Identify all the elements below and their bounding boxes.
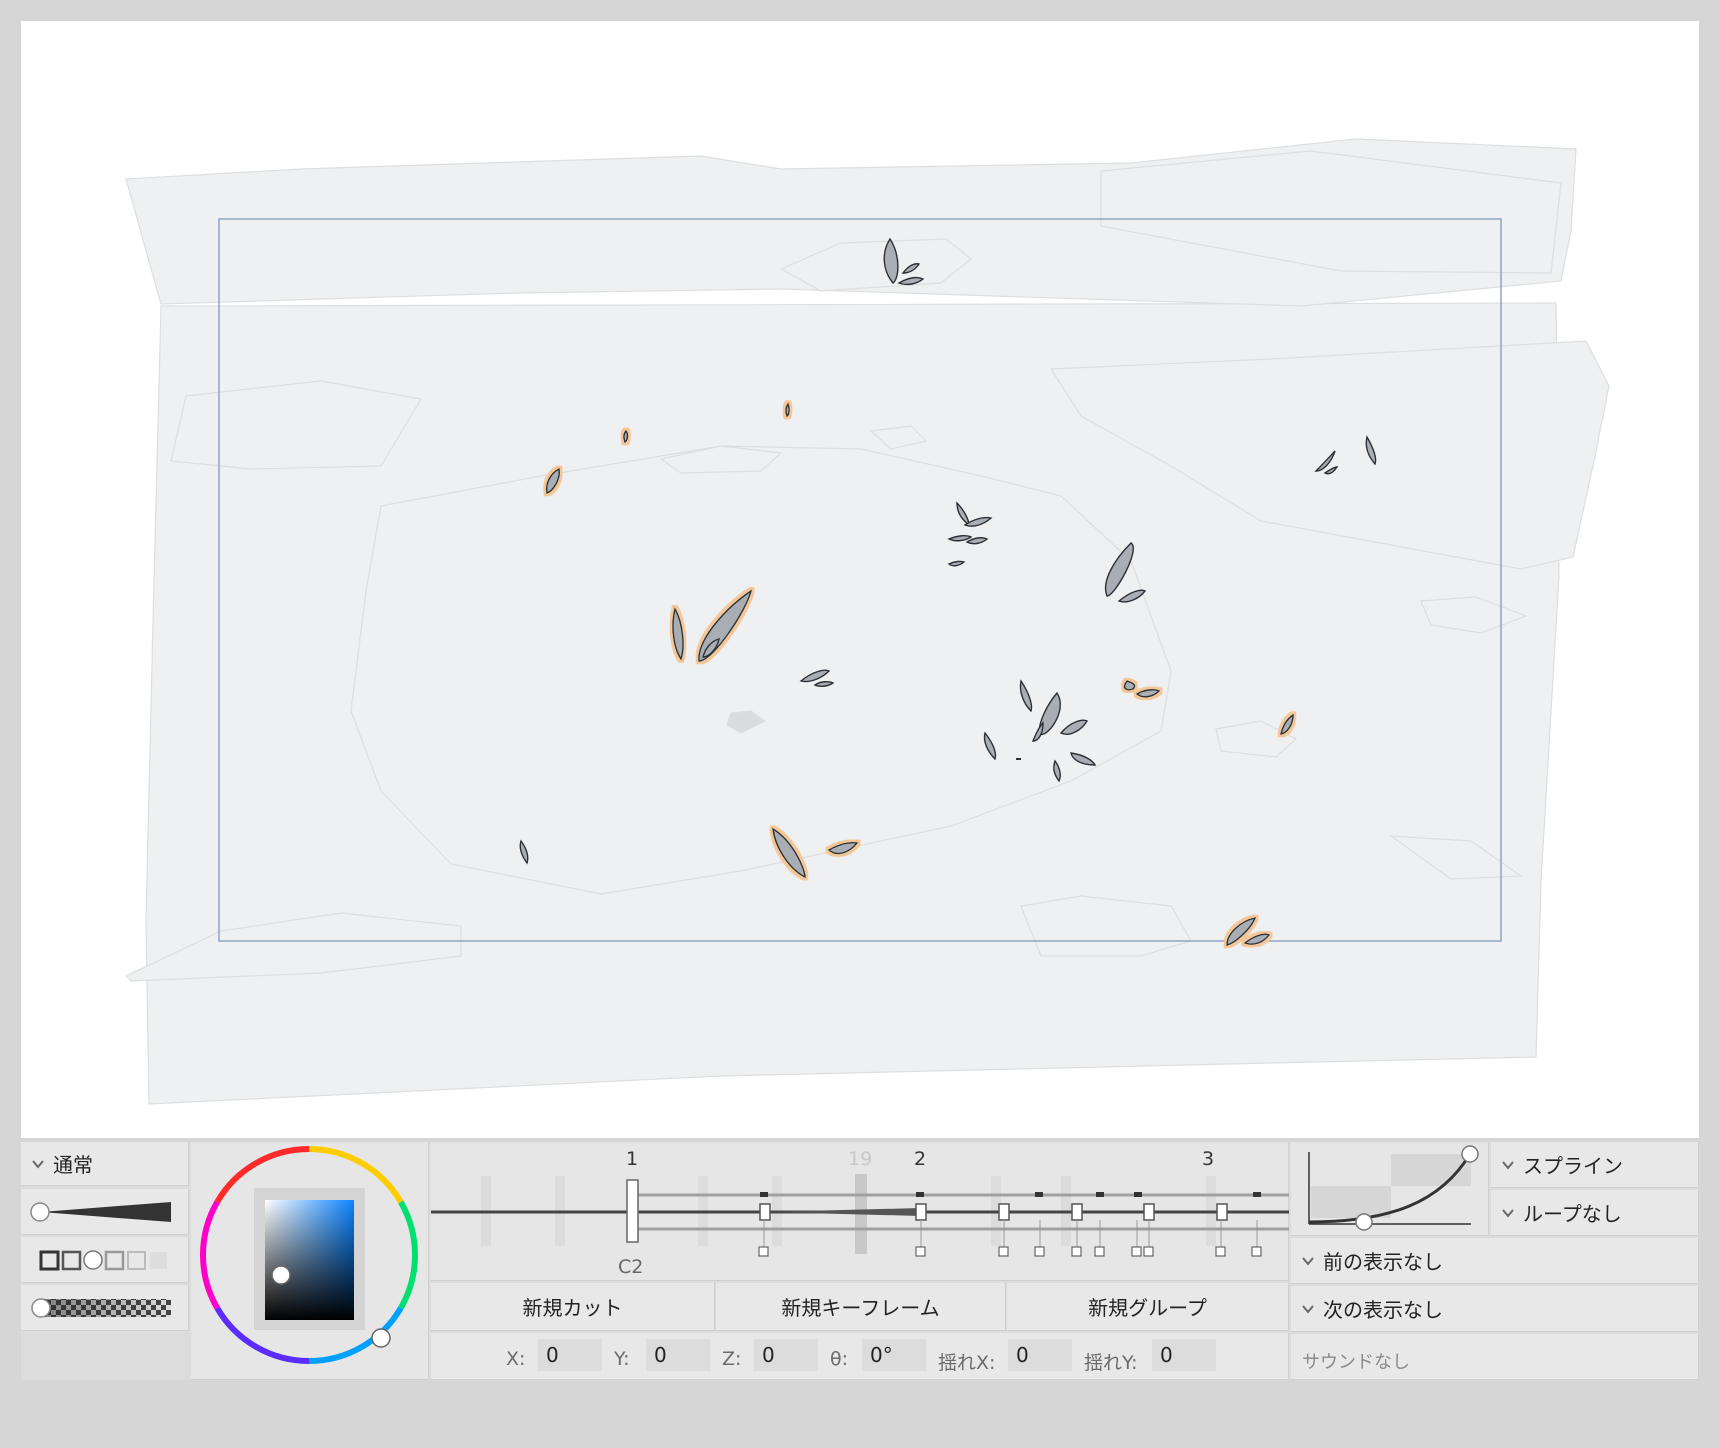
keyframe-label-3: 3 bbox=[1202, 1148, 1215, 1170]
shake-x-label: 揺れX: bbox=[938, 1352, 996, 1374]
new-cut-button[interactable]: 新規カット bbox=[431, 1283, 715, 1331]
y-label: Y: bbox=[614, 1348, 630, 1370]
interpolation-dropdown[interactable]: スプライン bbox=[1491, 1142, 1699, 1188]
blend-mode-label: 通常 bbox=[53, 1153, 93, 1177]
z-label: Z: bbox=[722, 1348, 742, 1370]
interpolation-label: スプライン bbox=[1523, 1154, 1623, 1178]
easing-curve-graphic bbox=[1308, 1145, 1479, 1231]
theta-label: θ: bbox=[830, 1348, 849, 1370]
loop-dropdown[interactable]: ループなし bbox=[1491, 1190, 1699, 1236]
chevron-down-icon bbox=[1502, 1208, 1514, 1218]
shake-x-field[interactable]: 0 bbox=[1008, 1339, 1072, 1371]
onion-next-dropdown[interactable]: 次の表示なし bbox=[1291, 1286, 1699, 1332]
keyframe-label-2: 2 bbox=[914, 1148, 927, 1170]
shake-y-field[interactable]: 0 bbox=[1152, 1339, 1216, 1371]
new-keyframe-button[interactable]: 新規キーフレーム bbox=[716, 1283, 1006, 1331]
canvas-artwork bbox=[124, 138, 1610, 1105]
chevron-down-icon bbox=[32, 1159, 44, 1169]
theta-field[interactable]: 0° bbox=[862, 1339, 926, 1371]
new-group-button[interactable]: 新規グループ bbox=[1007, 1283, 1289, 1331]
brush-shape-icons bbox=[39, 1250, 167, 1271]
background-layers bbox=[124, 138, 1610, 1105]
hue-ring-icon[interactable] bbox=[191, 1142, 429, 1380]
brush-size-slider[interactable] bbox=[21, 1189, 189, 1235]
sound-label: サウンドなし bbox=[1302, 1352, 1410, 1373]
onion-prev-label: 前の表示なし bbox=[1323, 1250, 1443, 1274]
color-picker[interactable] bbox=[191, 1142, 429, 1380]
drawing-canvas[interactable] bbox=[21, 21, 1699, 1138]
chevron-down-icon bbox=[1502, 1160, 1514, 1170]
x-field[interactable]: 0 bbox=[538, 1339, 602, 1371]
chevron-down-icon bbox=[1302, 1304, 1314, 1314]
onion-prev-dropdown[interactable]: 前の表示なし bbox=[1291, 1238, 1699, 1284]
brush-size-taper-icon bbox=[30, 1202, 171, 1222]
opacity-checker-icon bbox=[31, 1298, 171, 1318]
easing-curve-editor[interactable] bbox=[1291, 1142, 1489, 1236]
loop-label: ループなし bbox=[1523, 1202, 1622, 1226]
onion-next-label: 次の表示なし bbox=[1323, 1298, 1443, 1322]
keyframe-label-1: 1 bbox=[626, 1148, 639, 1170]
current-cut-label: C2 bbox=[618, 1256, 644, 1278]
chevron-down-icon bbox=[1302, 1256, 1314, 1266]
x-label: X: bbox=[506, 1348, 526, 1370]
frame-label-19: 19 bbox=[848, 1148, 873, 1170]
blend-mode-dropdown[interactable]: 通常 bbox=[21, 1142, 189, 1186]
z-field[interactable]: 0 bbox=[754, 1339, 818, 1371]
opacity-slider[interactable] bbox=[21, 1285, 189, 1331]
brush-shape-presets[interactable] bbox=[21, 1237, 189, 1283]
y-field[interactable]: 0 bbox=[646, 1339, 710, 1371]
shake-y-label: 揺れY: bbox=[1084, 1352, 1138, 1374]
